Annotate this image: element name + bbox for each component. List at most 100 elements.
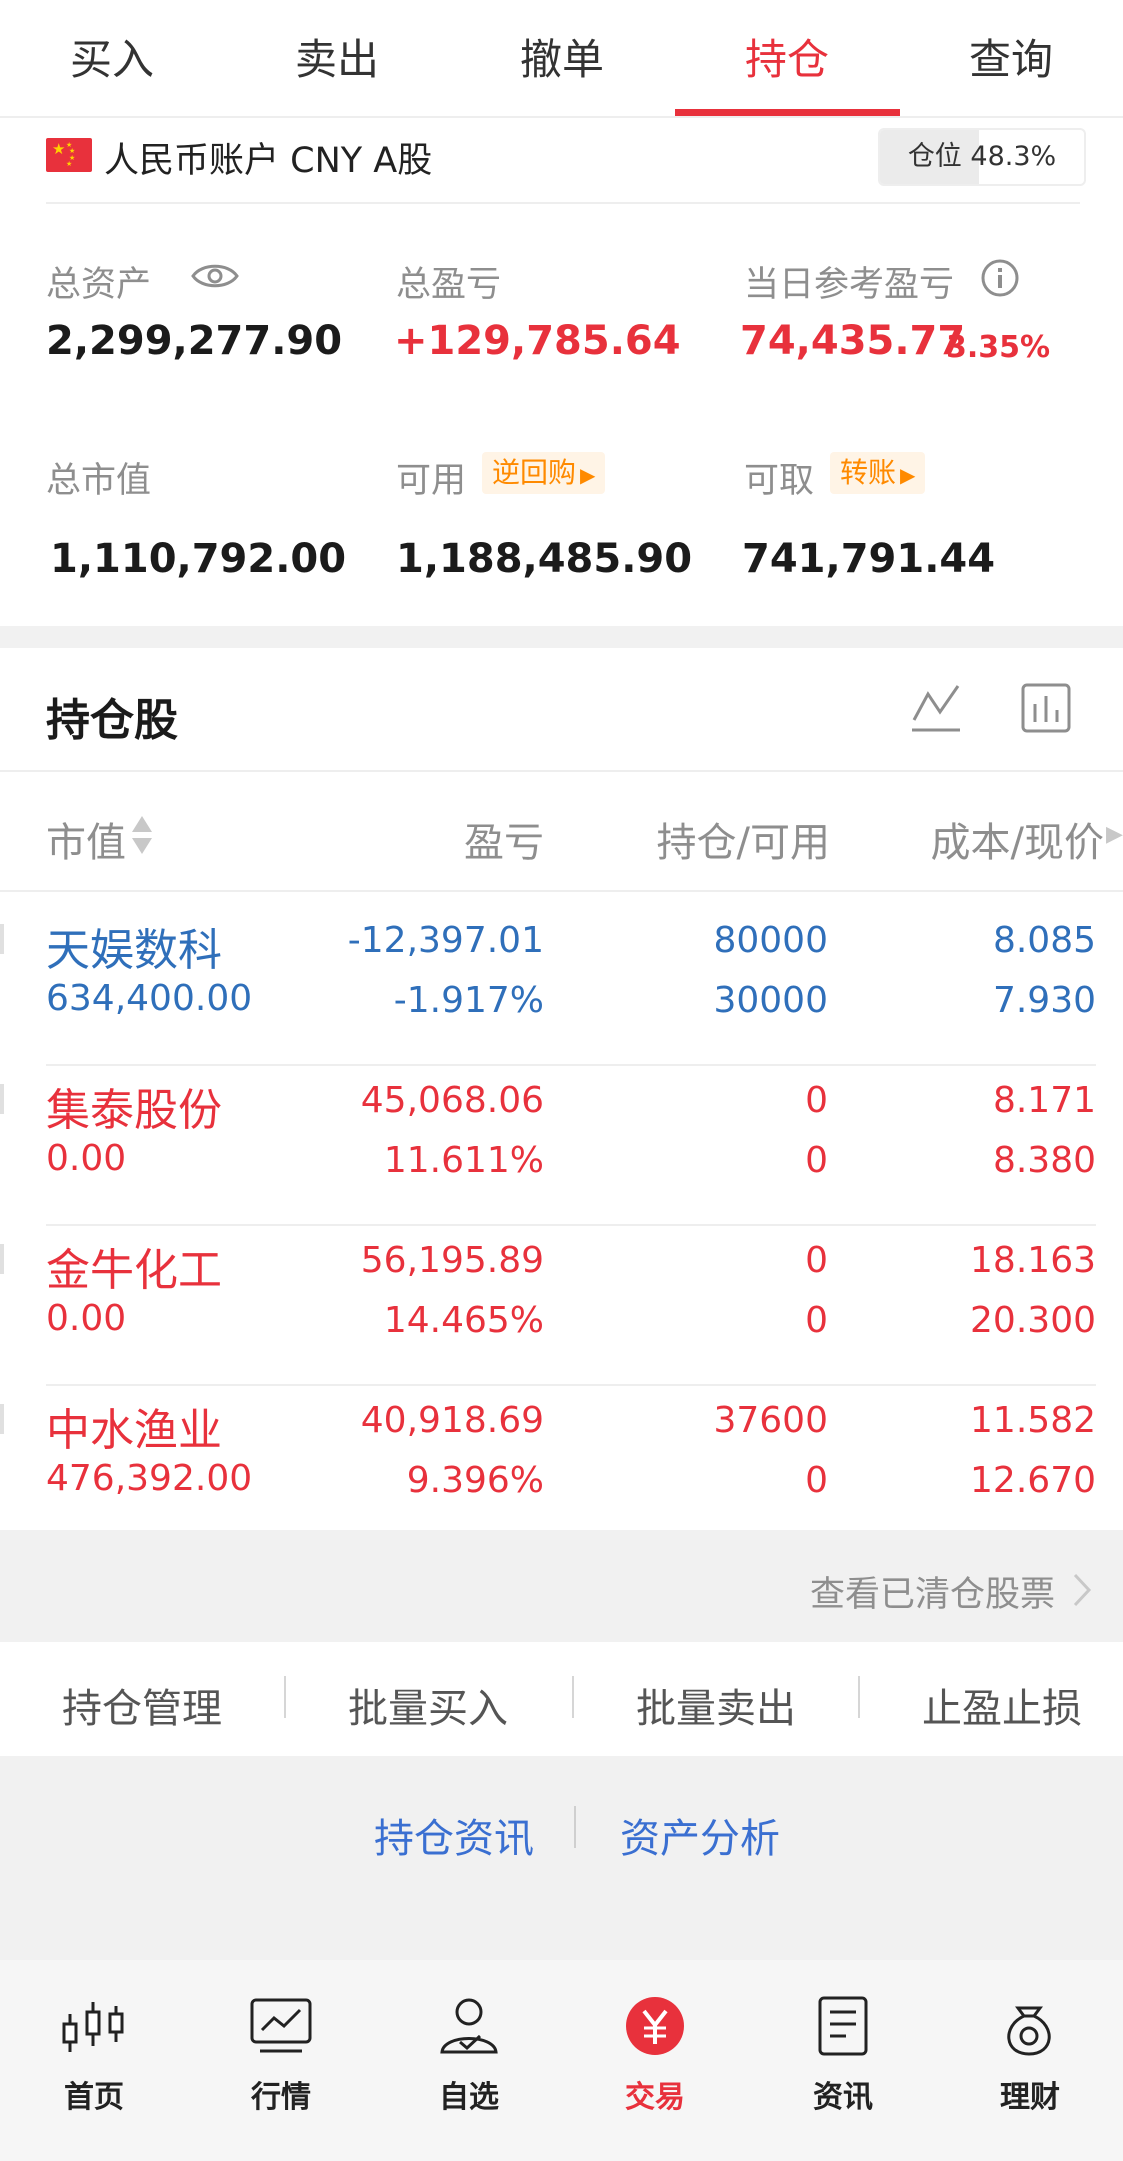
user-check-icon[interactable]	[436, 1996, 502, 2056]
column-header-cost-price: 成本/现价	[930, 820, 1104, 866]
separator	[572, 1676, 574, 1718]
batch-sell-button[interactable]: 批量卖出	[636, 1676, 796, 1734]
profit-loss: 40,918.69	[360, 1400, 544, 1441]
nav-home[interactable]: 首页	[24, 2072, 164, 2116]
total-pl-label: 总盈亏	[396, 265, 502, 305]
available-qty: 30000	[713, 980, 828, 1021]
cost-price: 11.582	[970, 1400, 1096, 1441]
withdrawable-value: 741,791.44	[742, 536, 996, 582]
active-tab-indicator	[675, 109, 900, 116]
asset-analysis-link[interactable]: 资产分析	[620, 1806, 780, 1864]
total-assets-label: 总资产	[46, 265, 152, 305]
stock-name[interactable]: 金牛化工	[46, 1234, 222, 1298]
profit-loss: 56,195.89	[360, 1240, 544, 1281]
chevron-right-icon	[1073, 1573, 1092, 1607]
market-value-label: 总市值	[46, 461, 152, 501]
profit-loss-percent: -1.917%	[393, 980, 544, 1021]
reverse-repo-button[interactable]: 逆回购 ▶	[482, 452, 606, 494]
available-label: 可用	[396, 461, 467, 501]
row-edge-marker	[0, 1404, 4, 1434]
row-divider	[46, 1384, 1096, 1386]
position-label: 仓位	[907, 141, 962, 172]
tab-cancel[interactable]: 撤单	[450, 26, 674, 87]
market-value: 0.00	[46, 1298, 127, 1339]
total-pl-value: +129,785.64	[394, 318, 681, 364]
play-arrow-icon: ▶	[580, 463, 596, 487]
money-bag-icon[interactable]	[996, 1996, 1062, 2056]
section-spacer	[0, 626, 1123, 648]
position-news-link[interactable]: 持仓资讯	[374, 1806, 534, 1864]
tab-positions[interactable]: 持仓	[675, 26, 899, 87]
current-price: 20.300	[970, 1300, 1096, 1341]
row-divider	[46, 1064, 1096, 1066]
divider	[46, 202, 1080, 204]
total-assets-value: 2,299,277.90	[46, 318, 343, 364]
available-qty: 0	[805, 1300, 828, 1341]
day-pl-value: 74,435.77	[740, 318, 966, 364]
top-tab-bar: 买入 卖出 撤单 持仓 查询	[0, 0, 1123, 118]
profit-loss: -12,397.01	[347, 920, 544, 961]
profit-loss-percent: 11.611%	[383, 1140, 544, 1181]
nav-wealth[interactable]: 理财	[960, 2072, 1100, 2116]
info-icon[interactable]	[980, 258, 1020, 298]
bottom-nav: 首页 行情 自选 交易 资讯 理财	[0, 1960, 1123, 2161]
nav-market[interactable]: 行情	[211, 2072, 351, 2116]
profit-loss-percent: 9.396%	[406, 1460, 544, 1501]
nav-news[interactable]: 资讯	[773, 2072, 913, 2116]
cost-price: 8.085	[992, 920, 1096, 961]
market-chart-icon[interactable]	[248, 1996, 314, 2056]
market-value: 634,400.00	[46, 978, 253, 1019]
document-icon[interactable]	[810, 1996, 876, 2056]
eye-icon[interactable]	[190, 258, 240, 294]
stock-name[interactable]: 中水渔业	[46, 1394, 222, 1458]
available-qty: 0	[805, 1140, 828, 1181]
stock-name[interactable]: 天娱数科	[46, 914, 222, 978]
nav-watchlist[interactable]: 自选	[399, 2072, 539, 2116]
batch-buy-button[interactable]: 批量买入	[348, 1676, 508, 1734]
profit-loss: 45,068.06	[360, 1080, 544, 1121]
holdings-title: 持仓股	[46, 695, 178, 746]
bar-chart-icon[interactable]	[1020, 682, 1072, 734]
divider	[0, 770, 1123, 772]
position-management-button[interactable]: 持仓管理	[62, 1676, 222, 1734]
separator	[574, 1806, 576, 1848]
play-arrow-icon: ▶	[900, 463, 916, 487]
separator	[284, 1676, 286, 1718]
column-header-position: 持仓/可用	[656, 820, 830, 866]
tab-sell[interactable]: 卖出	[225, 26, 449, 87]
available-qty: 0	[805, 1460, 828, 1501]
sort-icon[interactable]	[130, 814, 154, 856]
stock-name[interactable]: 集泰股份	[46, 1074, 222, 1138]
account-title: 人民币账户 CNY A股	[104, 141, 433, 181]
divider	[0, 890, 1123, 892]
available-value: 1,188,485.90	[396, 536, 693, 582]
day-pl-percent: 3.35%	[946, 330, 1051, 365]
market-value: 0.00	[46, 1138, 127, 1179]
nav-trade[interactable]: 交易	[585, 2072, 725, 2116]
row-edge-marker	[0, 924, 4, 954]
market-value-value: 1,110,792.00	[50, 536, 347, 582]
separator	[858, 1676, 860, 1718]
cleared-stocks-link[interactable]: 查看已清仓股票	[810, 1566, 1055, 1617]
current-price: 12.670	[970, 1460, 1096, 1501]
day-pl-label: 当日参考盈亏	[744, 265, 955, 305]
yuan-icon[interactable]	[622, 1996, 688, 2056]
position-qty: 0	[805, 1240, 828, 1281]
current-price: 8.380	[992, 1140, 1096, 1181]
tab-query[interactable]: 查询	[899, 26, 1123, 87]
row-divider	[46, 1224, 1096, 1226]
take-profit-stop-loss-button[interactable]: 止盈止损	[922, 1676, 1082, 1734]
column-header-market-value[interactable]: 市值	[46, 810, 126, 868]
position-qty: 37600	[713, 1400, 828, 1441]
line-chart-icon[interactable]	[910, 682, 962, 734]
candlestick-icon[interactable]	[60, 1996, 126, 2056]
transfer-button[interactable]: 转账 ▶	[830, 452, 926, 494]
tab-buy[interactable]: 买入	[0, 26, 224, 87]
current-price: 7.930	[992, 980, 1096, 1021]
reverse-repo-label: 逆回购	[492, 456, 577, 489]
row-edge-marker	[0, 1084, 4, 1114]
cost-price: 18.163	[970, 1240, 1096, 1281]
position-ratio-badge: 仓位 48.3%	[878, 128, 1086, 186]
position-value: 48.3%	[970, 141, 1057, 172]
scroll-right-icon[interactable]: ▶	[1106, 822, 1123, 847]
